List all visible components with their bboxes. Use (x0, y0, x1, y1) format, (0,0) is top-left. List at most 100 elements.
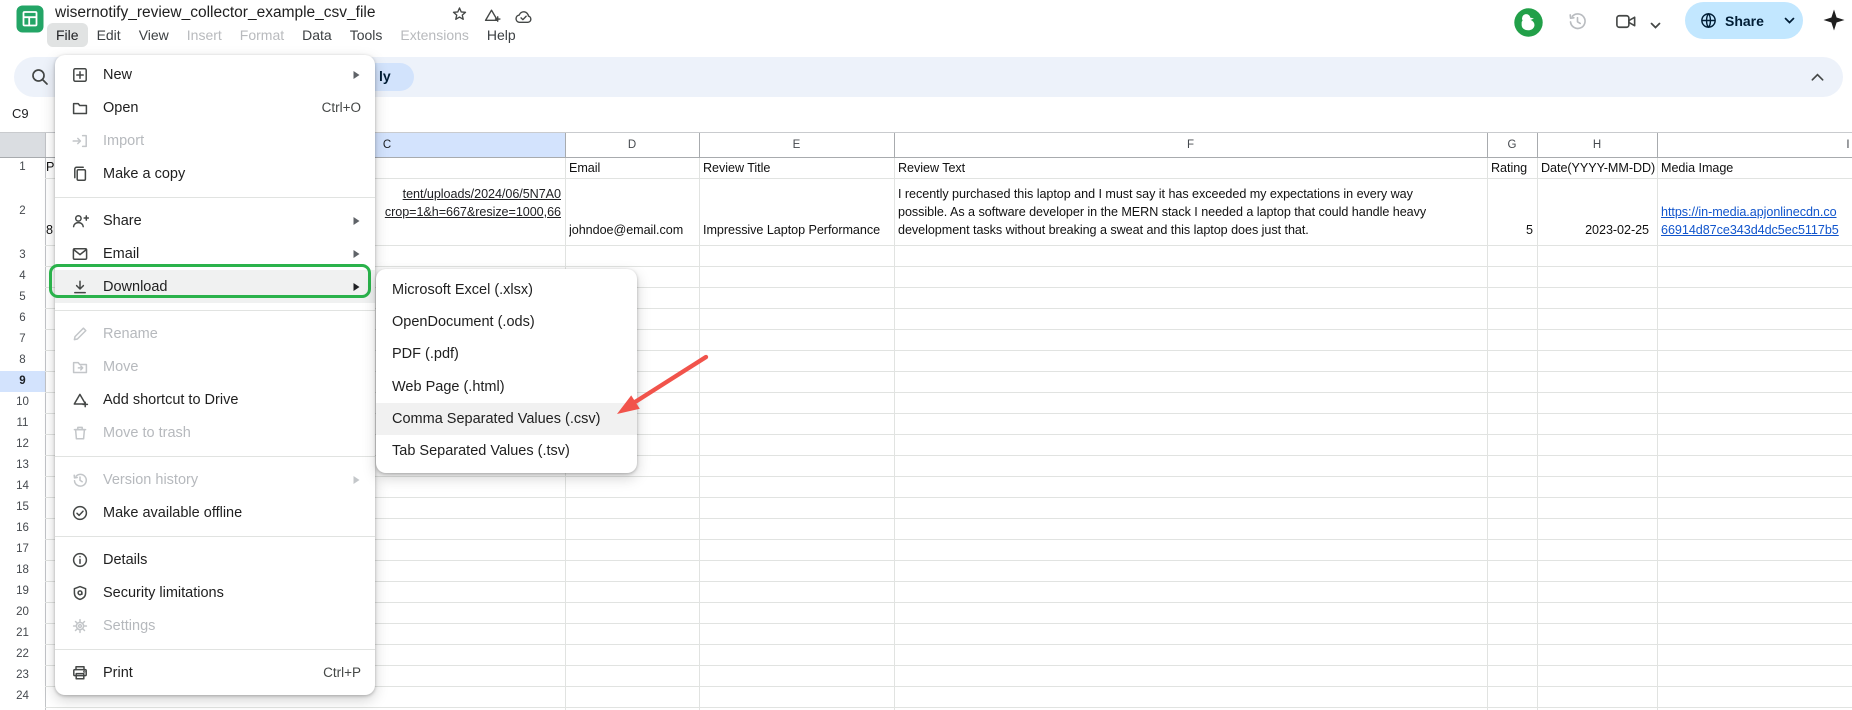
row-header-12[interactable]: 12 (0, 434, 45, 455)
menubar-item-tools[interactable]: Tools (341, 23, 392, 47)
row-header-2[interactable]: 2 (0, 178, 45, 245)
file-menu-item-version-history[interactable]: Version history (55, 463, 375, 496)
file-menu-item-settings[interactable]: Settings (55, 609, 375, 642)
cell-i1[interactable]: Media Image (1661, 158, 1733, 177)
cell-g1[interactable]: Rating (1491, 158, 1527, 177)
cell-a1-partial[interactable]: P (46, 158, 54, 177)
row-header-3[interactable]: 3 (0, 245, 45, 266)
cell-h2[interactable]: 2023-02-25 (1541, 221, 1649, 240)
file-menu-item-open[interactable]: OpenCtrl+O (55, 91, 375, 124)
menubar-item-format[interactable]: Format (231, 23, 293, 47)
file-menu-item-new[interactable]: New (55, 58, 375, 91)
file-menu-item-details[interactable]: Details (55, 543, 375, 576)
row-header-9[interactable]: 9 (0, 371, 45, 392)
name-box[interactable]: C9 (12, 106, 29, 121)
file-menu-item-add-shortcut-to-drive[interactable]: Add shortcut to Drive (55, 383, 375, 416)
sheets-logo-icon[interactable] (16, 5, 44, 38)
security-icon (71, 584, 89, 602)
search-menus-icon[interactable] (30, 67, 50, 92)
download-option-microsoft-excel-xlsx[interactable]: Microsoft Excel (.xlsx) (376, 274, 637, 306)
row-header-6[interactable]: 6 (0, 308, 45, 329)
menubar-item-file[interactable]: File (47, 23, 88, 47)
cell-h1[interactable]: Date(YYYY-MM-DD) (1541, 158, 1655, 177)
row-header-13[interactable]: 13 (0, 455, 45, 476)
menubar-item-data[interactable]: Data (293, 23, 341, 47)
meet-caret-icon[interactable] (1650, 17, 1661, 35)
menubar-item-insert[interactable]: Insert (178, 23, 231, 47)
file-menu-item-rename[interactable]: Rename (55, 317, 375, 350)
column-header-g[interactable]: G (1487, 133, 1537, 157)
cell-i2-link[interactable]: https://in-media.apjonlinecdn.co66914d87… (1661, 203, 1839, 239)
file-menu-item-move-to-trash[interactable]: Move to trash (55, 416, 375, 449)
cell-a2-partial[interactable]: 8 (46, 221, 53, 240)
download-option-pdf-pdf[interactable]: PDF (.pdf) (376, 338, 637, 370)
file-menu-item-share[interactable]: Share (55, 204, 375, 237)
gear-icon (71, 617, 89, 635)
email-icon (71, 245, 89, 263)
download-option-tab-separated-values-tsv[interactable]: Tab Separated Values (.tsv) (376, 435, 637, 467)
cell-e1[interactable]: Review Title (703, 158, 770, 177)
menubar-item-help[interactable]: Help (478, 23, 525, 47)
cell-f1[interactable]: Review Text (898, 158, 965, 177)
file-menu-item-download[interactable]: Download (55, 270, 375, 303)
download-option-comma-separated-values-csv[interactable]: Comma Separated Values (.csv) (376, 403, 637, 435)
cell-c2-link[interactable]: tent/uploads/2024/06/5N7A0crop=1&h=667&r… (376, 185, 561, 221)
column-header-d[interactable]: D (565, 133, 699, 157)
cell-d1[interactable]: Email (569, 158, 600, 177)
download-option-opendocument-ods[interactable]: OpenDocument (.ods) (376, 306, 637, 338)
column-header-f[interactable]: F (894, 133, 1487, 157)
row-header-5[interactable]: 5 (0, 287, 45, 308)
share-dropdown-button[interactable] (1774, 2, 1805, 39)
row-header-10[interactable]: 10 (0, 392, 45, 413)
row-header-22[interactable]: 22 (0, 644, 45, 665)
row-header-17[interactable]: 17 (0, 539, 45, 560)
file-menu-item-make-a-copy[interactable]: Make a copy (55, 157, 375, 190)
menubar-item-edit[interactable]: Edit (88, 23, 130, 47)
file-menu-item-move[interactable]: Move (55, 350, 375, 383)
file-menu-item-security-limitations[interactable]: Security limitations (55, 576, 375, 609)
row-header-16[interactable]: 16 (0, 518, 45, 539)
row-header-1[interactable]: 1 (0, 157, 45, 178)
menubar-item-view[interactable]: View (130, 23, 178, 47)
meet-video-icon[interactable] (1614, 10, 1638, 38)
import-icon (71, 132, 89, 150)
cell-f2[interactable]: I recently purchased this laptop and I m… (898, 185, 1426, 239)
file-menu-item-import[interactable]: Import (55, 124, 375, 157)
row-header-21[interactable]: 21 (0, 623, 45, 644)
share-button[interactable]: Share (1685, 2, 1774, 39)
row-header-20[interactable]: 20 (0, 602, 45, 623)
row-header-8[interactable]: 8 (0, 350, 45, 371)
file-menu-item-email[interactable]: Email (55, 237, 375, 270)
download-submenu: Microsoft Excel (.xlsx)OpenDocument (.od… (376, 269, 637, 473)
column-header-i[interactable]: I (1657, 133, 1852, 157)
print-icon (71, 664, 89, 682)
duck-extension-icon[interactable] (1512, 6, 1545, 44)
cell-d2[interactable]: johndoe@email.com (569, 221, 683, 240)
column-header-h[interactable]: H (1537, 133, 1657, 157)
column-header-e[interactable]: E (699, 133, 894, 157)
row-header-19[interactable]: 19 (0, 581, 45, 602)
row-header-4[interactable]: 4 (0, 266, 45, 287)
gemini-sparkle-icon[interactable] (1821, 7, 1847, 38)
row-header-15[interactable]: 15 (0, 497, 45, 518)
row-header-23[interactable]: 23 (0, 665, 45, 686)
row-header-7[interactable]: 7 (0, 329, 45, 350)
share-label: Share (1725, 13, 1764, 29)
row-header-14[interactable]: 14 (0, 476, 45, 497)
document-title[interactable]: wisernotify_review_collector_example_csv… (55, 4, 375, 22)
file-menu-item-label: Settings (103, 618, 155, 634)
row-header-11[interactable]: 11 (0, 413, 45, 434)
download-option-web-page-html[interactable]: Web Page (.html) (376, 371, 637, 403)
cell-e2[interactable]: Impressive Laptop Performance (703, 221, 880, 240)
copy-icon (71, 165, 89, 183)
cell-g2[interactable]: 5 (1487, 221, 1533, 240)
file-menu-item-make-available-offline[interactable]: Make available offline (55, 496, 375, 529)
history-icon (71, 471, 89, 489)
pencil-icon (71, 325, 89, 343)
menubar-item-extensions[interactable]: Extensions (391, 23, 477, 47)
row-header-18[interactable]: 18 (0, 560, 45, 581)
row-header-24[interactable]: 24 (0, 686, 45, 707)
file-menu-item-print[interactable]: PrintCtrl+P (55, 656, 375, 689)
select-all-corner[interactable] (0, 133, 45, 157)
hide-toolbar-chevron-icon[interactable] (1810, 70, 1825, 88)
